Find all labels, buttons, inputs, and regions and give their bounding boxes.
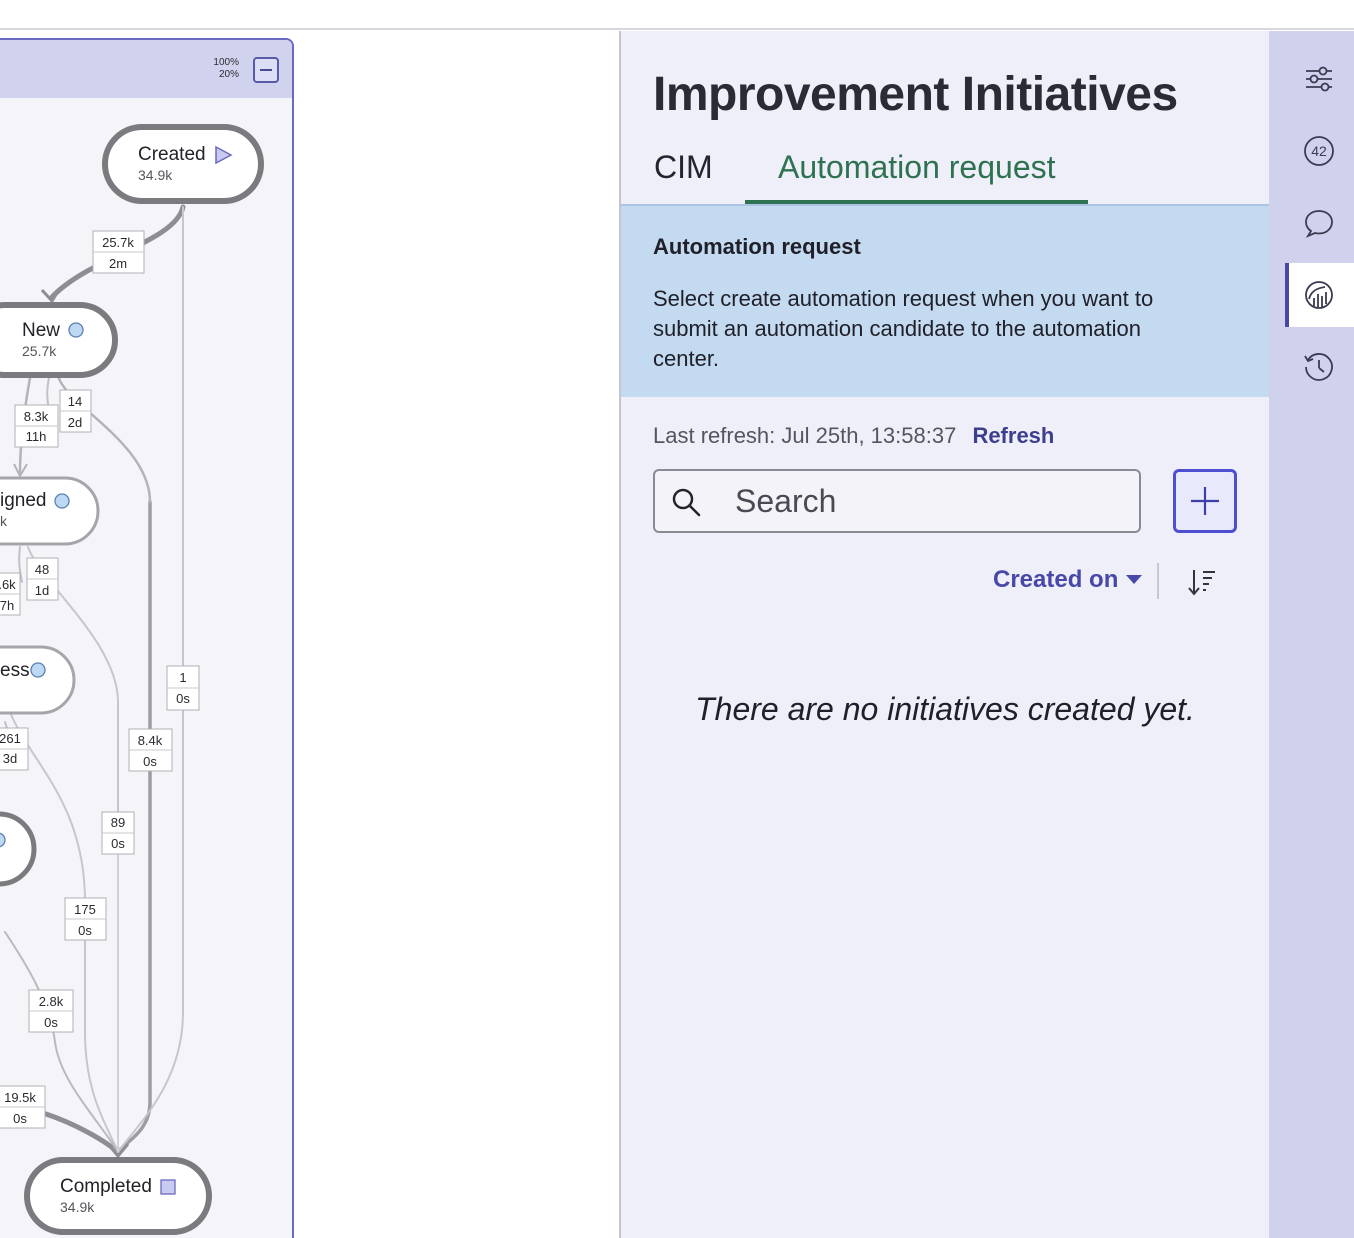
svg-text:8.3k: 8.3k (24, 409, 49, 424)
svg-text:48: 48 (35, 562, 49, 577)
node-assigned-label: igned (0, 490, 47, 511)
sort-field-label: Created on (993, 566, 1119, 593)
last-refresh-text: Last refresh: Jul 25th, 13:58:37 (653, 423, 957, 448)
svg-text:0s: 0s (44, 1015, 58, 1030)
node-completed[interactable]: Completed 34.9k (24, 1157, 212, 1235)
node-created-label: Created (138, 144, 206, 165)
analytics-gauge-icon (1305, 281, 1333, 309)
svg-text:1d: 1d (35, 583, 49, 598)
edge-label[interactable]: 8.3k 11h (14, 404, 59, 448)
edge-label[interactable]: 10s (166, 665, 200, 711)
node-partial[interactable] (0, 811, 37, 887)
svg-text:7h: 7h (0, 598, 14, 613)
tab-automation-request[interactable]: Automation request (778, 149, 1056, 186)
plus-icon (1191, 487, 1219, 515)
rail-item-filters[interactable] (1285, 47, 1354, 111)
sort-order-icon[interactable] (1187, 567, 1219, 597)
svg-text:0s: 0s (176, 691, 190, 706)
svg-text:0s: 0s (13, 1111, 27, 1126)
rail-item-history[interactable] (1285, 335, 1354, 399)
activity-circle-icon (68, 322, 84, 338)
svg-text:0s: 0s (78, 923, 92, 938)
svg-text:2.8k: 2.8k (39, 994, 64, 1009)
empty-state-message: There are no initiatives created yet. (695, 691, 1195, 727)
svg-text:0s: 0s (111, 836, 125, 851)
node-completed-label: Completed (60, 1176, 152, 1197)
svg-text:89: 89 (111, 815, 125, 830)
node-assigned[interactable]: igned k (0, 476, 100, 546)
sliders-icon (1306, 66, 1332, 92)
tab-cim[interactable]: CIM (654, 149, 713, 186)
activity-circle-icon (54, 493, 70, 509)
svg-text:42: 42 (1311, 143, 1327, 159)
rail-item-comments[interactable] (1285, 191, 1354, 255)
edge-19k-completed (43, 1111, 121, 1155)
svg-text:.6k: .6k (0, 577, 16, 592)
edge-label[interactable]: 2.8k 0s (28, 989, 74, 1033)
process-graph: Created 34.9k New 25.7k igned k ess Comp… (0, 124, 264, 1235)
info-banner-text: Select create automation request when yo… (653, 286, 1154, 371)
node-completed-count: 34.9k (60, 1199, 95, 1215)
edge-label[interactable]: .6k7h (0, 572, 21, 616)
node-new-label: New (22, 320, 60, 341)
svg-text:11h: 11h (26, 429, 47, 444)
edge-label[interactable]: 19.5k 0s (0, 1085, 46, 1129)
svg-text:14: 14 (68, 394, 82, 409)
svg-text:261: 261 (0, 731, 21, 746)
right-rail: 42 (1269, 31, 1354, 1238)
search-icon (672, 488, 701, 517)
history-clock-icon (1304, 353, 1333, 381)
edge-label[interactable]: 8.4k 0s (128, 728, 173, 772)
edge-label[interactable]: 142d (59, 389, 92, 433)
svg-text:19.5k: 19.5k (4, 1090, 36, 1105)
app-root: 100% 20% Created 34.9k New 25.7k igned k… (0, 0, 1354, 1238)
activity-circle-icon (30, 662, 46, 678)
chevron-down-icon (1126, 575, 1143, 584)
svg-text:3d: 3d (3, 751, 17, 766)
svg-text:2d: 2d (68, 415, 82, 430)
process-map[interactable]: 100% 20% Created 34.9k New 25.7k igned k… (0, 38, 294, 1238)
panel-title: Improvement Initiatives (653, 68, 1178, 121)
refresh-link[interactable]: Refresh (972, 423, 1054, 448)
search-box[interactable] (653, 469, 1141, 533)
sort-divider (1157, 563, 1159, 599)
node-created-count: 34.9k (138, 167, 173, 183)
info-banner: Automation request Select create automat… (621, 204, 1269, 397)
edge-label[interactable]: 25.7k 2m (92, 230, 145, 274)
svg-text:175: 175 (74, 902, 96, 917)
edge-label[interactable]: 890s (101, 811, 135, 855)
node-assigned-count: k (0, 513, 8, 529)
top-bar (0, 0, 1354, 30)
svg-text:1: 1 (179, 670, 186, 685)
edge-label[interactable]: 481d (26, 557, 59, 601)
number-42-icon: 42 (1304, 136, 1334, 166)
add-initiative-button[interactable] (1173, 469, 1237, 533)
edge-label[interactable]: 1750s (64, 897, 107, 941)
speech-bubble-icon (1305, 210, 1333, 238)
node-in-progress[interactable]: ess (0, 645, 76, 715)
end-square-icon (160, 1179, 176, 1195)
svg-text:0s: 0s (143, 754, 157, 769)
rail-item-improvement-initiatives[interactable] (1285, 263, 1354, 327)
node-in-progress-label: ess (0, 660, 30, 681)
edge-label[interactable]: 2613d (0, 727, 29, 771)
rail-item-kpis[interactable]: 42 (1285, 119, 1354, 183)
info-banner-title: Automation request (653, 234, 861, 259)
svg-text:8.4k: 8.4k (138, 733, 163, 748)
svg-text:2m: 2m (109, 256, 127, 271)
node-new-count: 25.7k (22, 343, 57, 359)
refresh-row: Last refresh: Jul 25th, 13:58:37 Refresh (653, 423, 1054, 449)
node-new[interactable]: New 25.7k (0, 302, 118, 378)
svg-text:25.7k: 25.7k (102, 235, 134, 250)
sort-field-dropdown[interactable]: Created on (993, 566, 1143, 594)
improvement-initiatives-panel: Improvement Initiatives CIM Automation r… (619, 31, 1269, 1238)
node-created[interactable]: Created 34.9k (102, 124, 264, 204)
canvas-empty-area (294, 32, 619, 1238)
search-input[interactable] (735, 481, 1125, 521)
